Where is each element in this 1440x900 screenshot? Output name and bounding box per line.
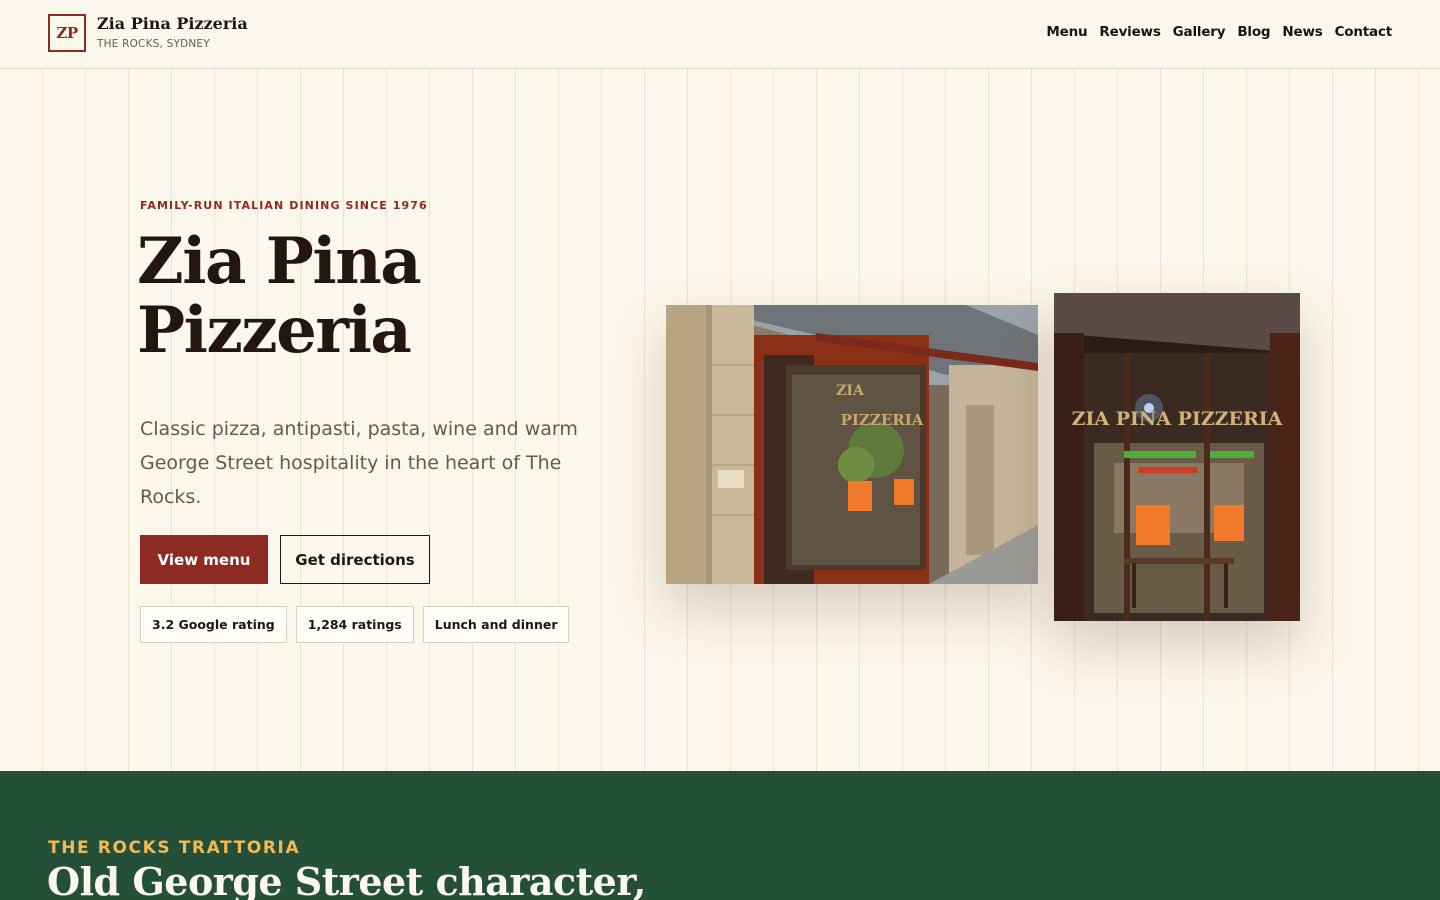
ratings-count-chip: 1,284 ratings bbox=[295, 606, 414, 643]
brand[interactable]: ZP Zia Pina Pizzeria THE ROCKS, SYDNEY bbox=[48, 14, 248, 52]
service-hours-chip: Lunch and dinner bbox=[422, 606, 570, 643]
google-rating-chip: 3.2 Google rating bbox=[140, 606, 287, 643]
hero-section: FAMILY-RUN ITALIAN DINING SINCE 1976 Zia… bbox=[0, 69, 1440, 771]
photo-sign-text: ZIA PINA PIZZERIA bbox=[1072, 408, 1283, 430]
hero-description: Classic pizza, antipasti, pasta, wine an… bbox=[140, 418, 578, 508]
view-menu-button[interactable]: View menu bbox=[140, 535, 268, 584]
nav-menu[interactable]: Menu bbox=[1046, 24, 1087, 40]
nav-blog[interactable]: Blog bbox=[1237, 24, 1270, 40]
svg-text:PIZZERIA: PIZZERIA bbox=[841, 411, 924, 429]
nav-gallery[interactable]: Gallery bbox=[1173, 24, 1226, 40]
site-header: ZP Zia Pina Pizzeria THE ROCKS, SYDNEY M… bbox=[0, 0, 1440, 69]
brand-location: THE ROCKS, SYDNEY bbox=[97, 38, 210, 50]
hero-eyebrow: FAMILY-RUN ITALIAN DINING SINCE 1976 bbox=[140, 199, 428, 212]
story-title: Old George Street character, bbox=[47, 859, 646, 900]
nav-reviews[interactable]: Reviews bbox=[1099, 24, 1160, 40]
story-section: THE ROCKS TRATTORIA Old George Street ch… bbox=[0, 771, 1440, 900]
nav-contact[interactable]: Contact bbox=[1335, 24, 1393, 40]
nav-news[interactable]: News bbox=[1282, 24, 1322, 40]
storefront-night-photo: ZIA PINA PIZZERIA bbox=[1054, 293, 1300, 621]
main-nav: Menu Reviews Gallery Blog News Contact bbox=[1046, 24, 1392, 40]
storefront-day-photo: ZIA PIZZERIA bbox=[666, 305, 1038, 584]
logo-mark: ZP bbox=[48, 14, 86, 52]
svg-text:ZIA: ZIA bbox=[836, 383, 865, 399]
brand-text: Zia Pina Pizzeria THE ROCKS, SYDNEY bbox=[97, 14, 248, 50]
story-eyebrow: THE ROCKS TRATTORIA bbox=[48, 838, 301, 858]
get-directions-button[interactable]: Get directions bbox=[280, 535, 430, 584]
brand-name: Zia Pina Pizzeria bbox=[97, 14, 248, 33]
hero-chips: 3.2 Google rating 1,284 ratings Lunch an… bbox=[140, 606, 570, 643]
hero-title: Zia Pina Pizzeria bbox=[137, 224, 422, 368]
